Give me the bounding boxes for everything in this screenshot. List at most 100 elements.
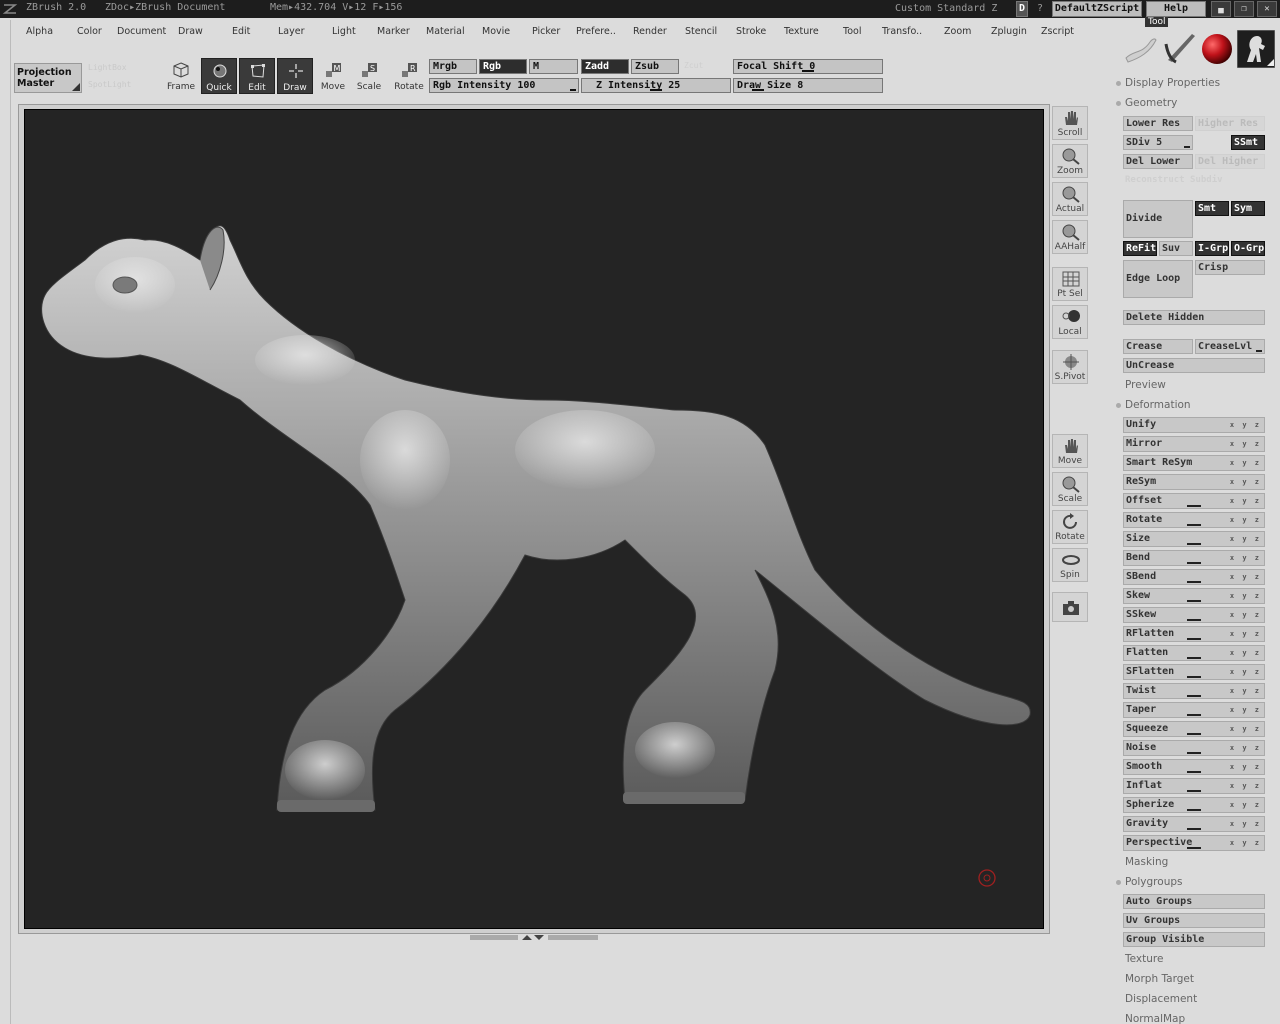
axis-toggle-icons[interactable]: x y z <box>1230 513 1261 527</box>
scale-button[interactable]: S Scale <box>351 58 387 94</box>
help-button[interactable]: Help <box>1146 1 1206 17</box>
brush-thumbnail-icon[interactable] <box>1162 30 1200 66</box>
deform-smooth-slider[interactable]: Smooth x y z <box>1123 759 1265 775</box>
z-intensity-slider[interactable]: Z Intensity 25 <box>581 78 731 93</box>
deform-spherize-slider[interactable]: Spherize x y z <box>1123 797 1265 813</box>
display-properties-section[interactable]: Display Properties <box>1125 77 1220 89</box>
axis-toggle-icons[interactable]: x y z <box>1230 551 1261 565</box>
axis-toggle-icons[interactable]: x y z <box>1230 779 1261 793</box>
scroll-button[interactable]: Scroll <box>1052 106 1088 140</box>
axis-toggle-icons[interactable]: x y z <box>1230 437 1261 451</box>
aahalf-button[interactable]: AAHalf <box>1052 220 1088 254</box>
edit-button[interactable]: Edit <box>239 58 275 94</box>
sdiv-slider[interactable]: SDiv 5 <box>1123 135 1193 150</box>
morph-target-section[interactable]: Morph Target <box>1125 973 1194 985</box>
deform-noise-slider[interactable]: Noise x y z <box>1123 740 1265 756</box>
mrgb-toggle[interactable]: Mrgb <box>429 59 477 74</box>
deform-flatten-slider[interactable]: Flatten x y z <box>1123 645 1265 661</box>
deform-mirror-slider[interactable]: Mirror x y z <box>1123 436 1265 452</box>
divide-button[interactable]: Divide <box>1123 200 1193 238</box>
crease-lvl-slider[interactable]: CreaseLvl <box>1195 339 1265 354</box>
menu-edit[interactable]: Edit <box>232 26 250 37</box>
deform-bend-slider[interactable]: Bend x y z <box>1123 550 1265 566</box>
deform-perspective-slider[interactable]: Perspective x y z <box>1123 835 1265 851</box>
menu-zplugin[interactable]: Zplugin <box>991 26 1027 37</box>
focal-shift-slider[interactable]: Focal Shift 0 <box>733 59 883 74</box>
menu-zoom[interactable]: Zoom <box>944 26 971 37</box>
delete-hidden-button[interactable]: Delete Hidden <box>1123 310 1265 325</box>
tool-palette-label[interactable]: Tool <box>1145 17 1169 27</box>
deform-size-slider[interactable]: Size x y z <box>1123 531 1265 547</box>
rotate-button[interactable]: R Rotate <box>391 58 427 94</box>
axis-toggle-icons[interactable]: x y z <box>1230 570 1261 584</box>
axis-toggle-icons[interactable]: x y z <box>1230 817 1261 831</box>
o-grp-toggle[interactable]: O-Grp <box>1231 241 1265 256</box>
axis-toggle-icons[interactable]: x y z <box>1230 722 1261 736</box>
geometry-section[interactable]: Geometry <box>1125 97 1177 109</box>
lower-res-button[interactable]: Lower Res <box>1123 116 1193 131</box>
deformation-section[interactable]: Deformation <box>1125 399 1191 411</box>
deform-squeeze-slider[interactable]: Squeeze x y z <box>1123 721 1265 737</box>
stroke-thumbnail-icon[interactable] <box>1122 32 1158 66</box>
move-view-button[interactable]: Move <box>1052 434 1088 468</box>
pt-sel-button[interactable]: Pt Sel <box>1052 267 1088 301</box>
axis-toggle-icons[interactable]: x y z <box>1230 532 1261 546</box>
scale-view-button[interactable]: Scale <box>1052 472 1088 506</box>
axis-toggle-icons[interactable]: x y z <box>1230 608 1261 622</box>
layout-label[interactable]: Custom Standard Z <box>895 3 997 14</box>
sculpted-creature-model[interactable] <box>25 110 1045 930</box>
canvas-scroll-handle[interactable] <box>470 934 598 942</box>
menu-movie[interactable]: Movie <box>482 26 510 37</box>
texture-section[interactable]: Texture <box>1125 953 1163 965</box>
normalmap-section[interactable]: NormalMap <box>1125 1013 1185 1024</box>
minimize-icon[interactable]: ▄ <box>1211 1 1231 17</box>
del-higher-button[interactable]: Del Higher <box>1195 154 1265 169</box>
deform-smart-resym-slider[interactable]: Smart ReSym x y z <box>1123 455 1265 471</box>
axis-toggle-icons[interactable]: x y z <box>1230 741 1261 755</box>
menu-render[interactable]: Render <box>633 26 667 37</box>
rgb-intensity-slider[interactable]: Rgb Intensity 100 <box>429 78 579 93</box>
menu-light[interactable]: Light <box>332 26 356 37</box>
axis-toggle-icons[interactable]: x y z <box>1230 456 1261 470</box>
default-zscript-button[interactable]: DefaultZScript <box>1052 1 1142 17</box>
deform-rflatten-slider[interactable]: RFlatten x y z <box>1123 626 1265 642</box>
axis-toggle-icons[interactable]: x y z <box>1230 760 1261 774</box>
deform-gravity-slider[interactable]: Gravity x y z <box>1123 816 1265 832</box>
uncrease-button[interactable]: UnCrease <box>1123 358 1265 373</box>
ssmt-toggle[interactable]: SSmt <box>1231 135 1265 150</box>
masking-section[interactable]: Masking <box>1125 856 1168 868</box>
del-lower-button[interactable]: Del Lower <box>1123 154 1193 169</box>
snapshot-button[interactable] <box>1052 592 1088 622</box>
quick-button[interactable]: Quick <box>201 58 237 94</box>
close-icon[interactable]: ✕ <box>1257 1 1277 17</box>
axis-toggle-icons[interactable]: x y z <box>1230 798 1261 812</box>
m-toggle[interactable]: M <box>529 59 578 74</box>
deform-sbend-slider[interactable]: SBend x y z <box>1123 569 1265 585</box>
deform-sflatten-slider[interactable]: SFlatten x y z <box>1123 664 1265 680</box>
axis-toggle-icons[interactable]: x y z <box>1230 627 1261 641</box>
preview-section[interactable]: Preview <box>1125 379 1166 391</box>
higher-res-button[interactable]: Higher Res <box>1195 116 1265 131</box>
uv-groups-button[interactable]: Uv Groups <box>1123 913 1265 928</box>
deform-resym-slider[interactable]: ReSym x y z <box>1123 474 1265 490</box>
auto-groups-button[interactable]: Auto Groups <box>1123 894 1265 909</box>
i-grp-toggle[interactable]: I-Grp <box>1195 241 1229 256</box>
group-visible-button[interactable]: Group Visible <box>1123 932 1265 947</box>
rgb-toggle[interactable]: Rgb <box>479 59 527 74</box>
menu-transform[interactable]: Transfo.. <box>882 26 922 37</box>
axis-toggle-icons[interactable]: x y z <box>1230 475 1261 489</box>
current-tool-thumbnail-icon[interactable] <box>1237 30 1275 68</box>
spin-button[interactable]: Spin <box>1052 548 1088 582</box>
draw-button[interactable]: Draw <box>277 58 313 94</box>
smt-toggle[interactable]: Smt <box>1195 201 1229 216</box>
axis-toggle-icons[interactable]: x y z <box>1230 494 1261 508</box>
local-button[interactable]: Local <box>1052 305 1088 339</box>
axis-toggle-icons[interactable]: x y z <box>1230 646 1261 660</box>
menu-preferences[interactable]: Prefere.. <box>576 26 616 37</box>
restore-icon[interactable]: ❐ <box>1234 1 1254 17</box>
menu-texture[interactable]: Texture <box>784 26 819 37</box>
axis-toggle-icons[interactable]: x y z <box>1230 684 1261 698</box>
deform-offset-slider[interactable]: Offset x y z <box>1123 493 1265 509</box>
axis-toggle-icons[interactable]: x y z <box>1230 589 1261 603</box>
deform-rotate-slider[interactable]: Rotate x y z <box>1123 512 1265 528</box>
